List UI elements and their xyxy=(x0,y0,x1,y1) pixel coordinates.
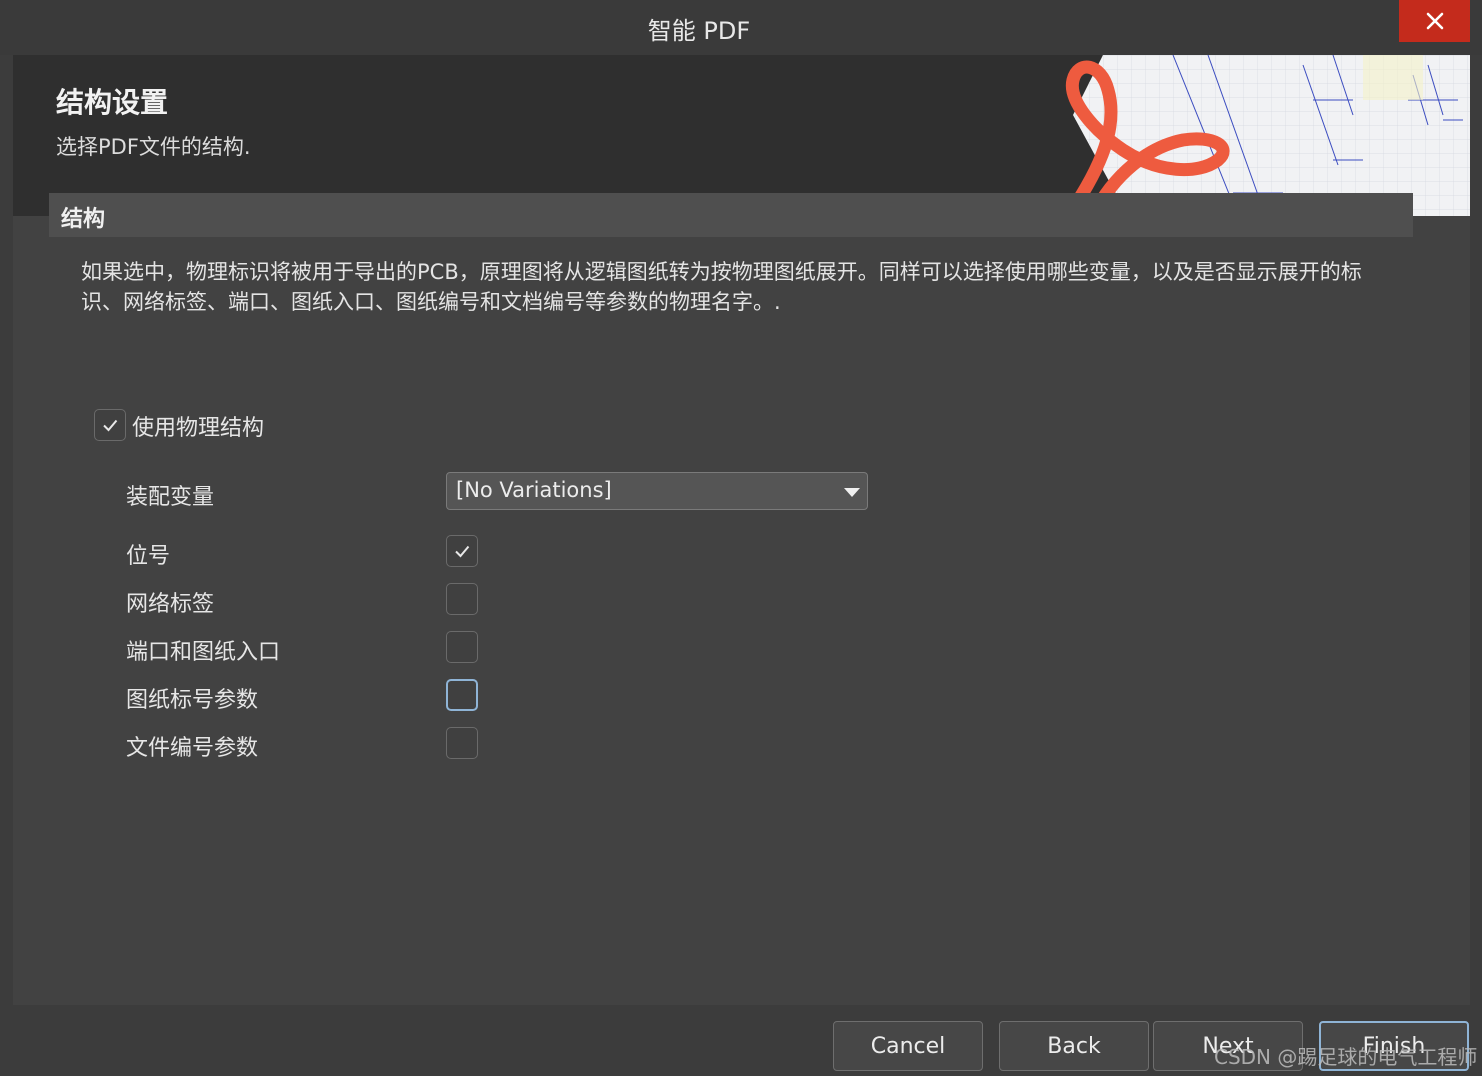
back-button[interactable]: Back xyxy=(999,1021,1149,1071)
sheet-number-checkbox[interactable] xyxy=(446,679,478,711)
page-title: 结构设置 xyxy=(56,86,169,119)
document-number-label: 文件编号参数 xyxy=(126,736,259,761)
variation-select[interactable]: [No Variations] xyxy=(446,472,868,510)
watermark-text: CSDN @踢足球的电气工程师 xyxy=(1214,1045,1478,1069)
section-header-structure: 结构 xyxy=(49,193,1413,237)
net-labels-label: 网络标签 xyxy=(126,592,215,617)
section-title: 结构 xyxy=(61,207,106,232)
variation-label: 装配变量 xyxy=(126,485,215,510)
checkmark-icon xyxy=(455,545,470,558)
wizard-header: 结构设置 选择PDF文件的结构. xyxy=(13,55,1470,216)
ports-sheet-entries-checkbox[interactable] xyxy=(446,631,478,663)
ports-sheet-entries-label: 端口和图纸入口 xyxy=(126,640,281,665)
close-icon xyxy=(1426,12,1443,30)
cancel-button[interactable]: Cancel xyxy=(833,1021,983,1071)
net-labels-checkbox[interactable] xyxy=(446,583,478,615)
use-physical-structure-label: 使用物理结构 xyxy=(132,416,265,441)
page-subtitle: 选择PDF文件的结构. xyxy=(56,135,251,159)
sheet-number-label: 图纸标号参数 xyxy=(126,688,259,713)
window-title: 智能 PDF xyxy=(647,17,751,45)
checkmark-icon xyxy=(103,419,118,432)
structure-description: 如果选中，物理标识将被用于导出的PCB，原理图将从逻辑图纸转为按物理图纸展开。同… xyxy=(81,260,1362,314)
designator-checkbox[interactable] xyxy=(446,535,478,567)
variation-select-value: [No Variations] xyxy=(456,478,612,502)
use-physical-structure-checkbox[interactable] xyxy=(94,409,126,441)
close-button[interactable] xyxy=(1399,0,1470,42)
chevron-down-icon xyxy=(844,488,860,497)
pdf-banner-image xyxy=(1033,55,1470,216)
designator-label: 位号 xyxy=(126,544,171,569)
document-number-checkbox[interactable] xyxy=(446,727,478,759)
title-bar: 智能 PDF xyxy=(0,0,1482,55)
